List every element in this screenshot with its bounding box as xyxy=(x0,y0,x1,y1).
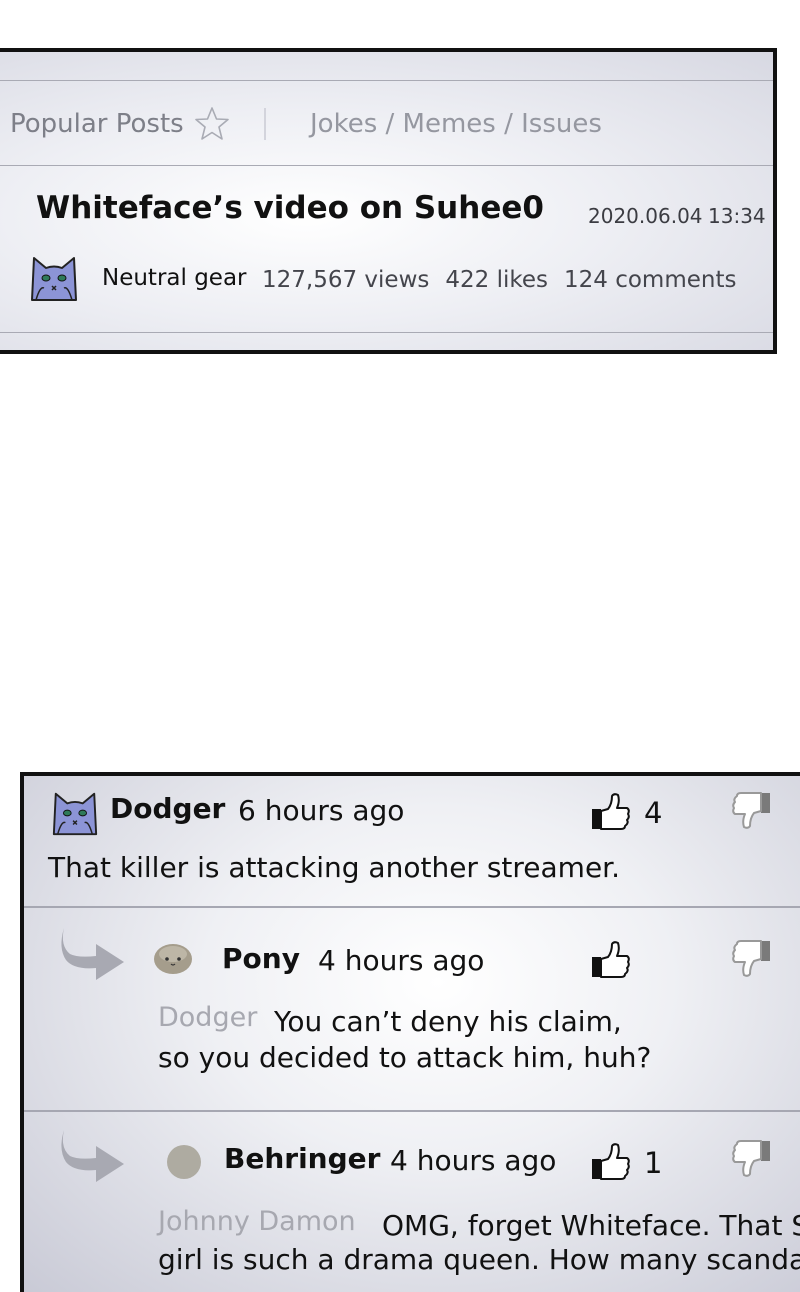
post-date: 2020.06.04 xyxy=(588,204,703,228)
tab-popular-label: Popular Posts xyxy=(10,109,184,139)
comment-author[interactable]: Pony xyxy=(222,942,300,975)
post-likes: 422 likes xyxy=(445,267,548,293)
divider xyxy=(0,80,773,81)
comment-body-line: OMG, forget Whiteface. That Suhee0 xyxy=(382,1209,800,1242)
divider xyxy=(24,906,800,908)
thumbs-up-icon[interactable] xyxy=(590,792,632,832)
comment-author[interactable]: Behringer xyxy=(224,1142,380,1175)
post-time: 13:34 xyxy=(708,204,766,228)
like-count: 1 xyxy=(644,1146,663,1180)
comment-body-line: You can’t deny his claim, xyxy=(274,1005,622,1038)
cat-avatar-icon[interactable] xyxy=(50,788,100,838)
post-author[interactable]: Neutral gear xyxy=(102,265,247,291)
divider xyxy=(0,165,773,166)
thumbs-up-icon[interactable] xyxy=(590,1142,632,1182)
tab-jokes-memes-issues[interactable]: Jokes / Memes / Issues xyxy=(310,109,602,139)
comment-time: 4 hours ago xyxy=(390,1144,557,1177)
comment-time: 6 hours ago xyxy=(238,794,405,827)
thumbs-down-icon[interactable] xyxy=(730,790,772,830)
comment-author[interactable]: Dodger xyxy=(110,792,225,825)
comment-panel: Dodger 6 hours ago 4 That killer is atta… xyxy=(20,772,800,1292)
star-icon xyxy=(194,107,229,140)
blob-avatar-icon[interactable] xyxy=(152,940,194,976)
reply-arrow-icon xyxy=(61,928,124,980)
post-views: 127,567 views xyxy=(262,267,430,293)
comment-body-line: girl is such a drama queen. How many sca… xyxy=(158,1243,800,1276)
post-stats: 127,567 views 422 likes 124 comments xyxy=(262,267,736,293)
tab-popular-posts[interactable]: Popular Posts xyxy=(10,106,230,142)
comment-time: 4 hours ago xyxy=(318,944,485,977)
thumbs-up-icon[interactable] xyxy=(590,940,632,980)
comment-body: That killer is attacking another streame… xyxy=(48,851,621,884)
reply-arrow-icon xyxy=(61,1130,124,1182)
default-avatar-icon[interactable] xyxy=(166,1144,202,1180)
tab-separator xyxy=(264,108,266,140)
reply-mention[interactable]: Johnny Damon xyxy=(158,1206,356,1237)
divider xyxy=(0,332,773,333)
cat-avatar-icon[interactable] xyxy=(28,252,80,304)
post-title[interactable]: Whiteface’s video on Suhee0 xyxy=(36,190,544,226)
thumbs-down-icon[interactable] xyxy=(730,938,772,978)
like-count: 4 xyxy=(644,796,663,830)
post-panel: Popular Posts Jokes / Memes / Issues Whi… xyxy=(0,48,777,354)
divider xyxy=(24,1110,800,1112)
reply-mention[interactable]: Dodger xyxy=(158,1002,257,1033)
thumbs-down-icon[interactable] xyxy=(730,1138,772,1178)
comment-body-line: so you decided to attack him, huh? xyxy=(158,1041,652,1074)
post-comments: 124 comments xyxy=(564,267,737,293)
